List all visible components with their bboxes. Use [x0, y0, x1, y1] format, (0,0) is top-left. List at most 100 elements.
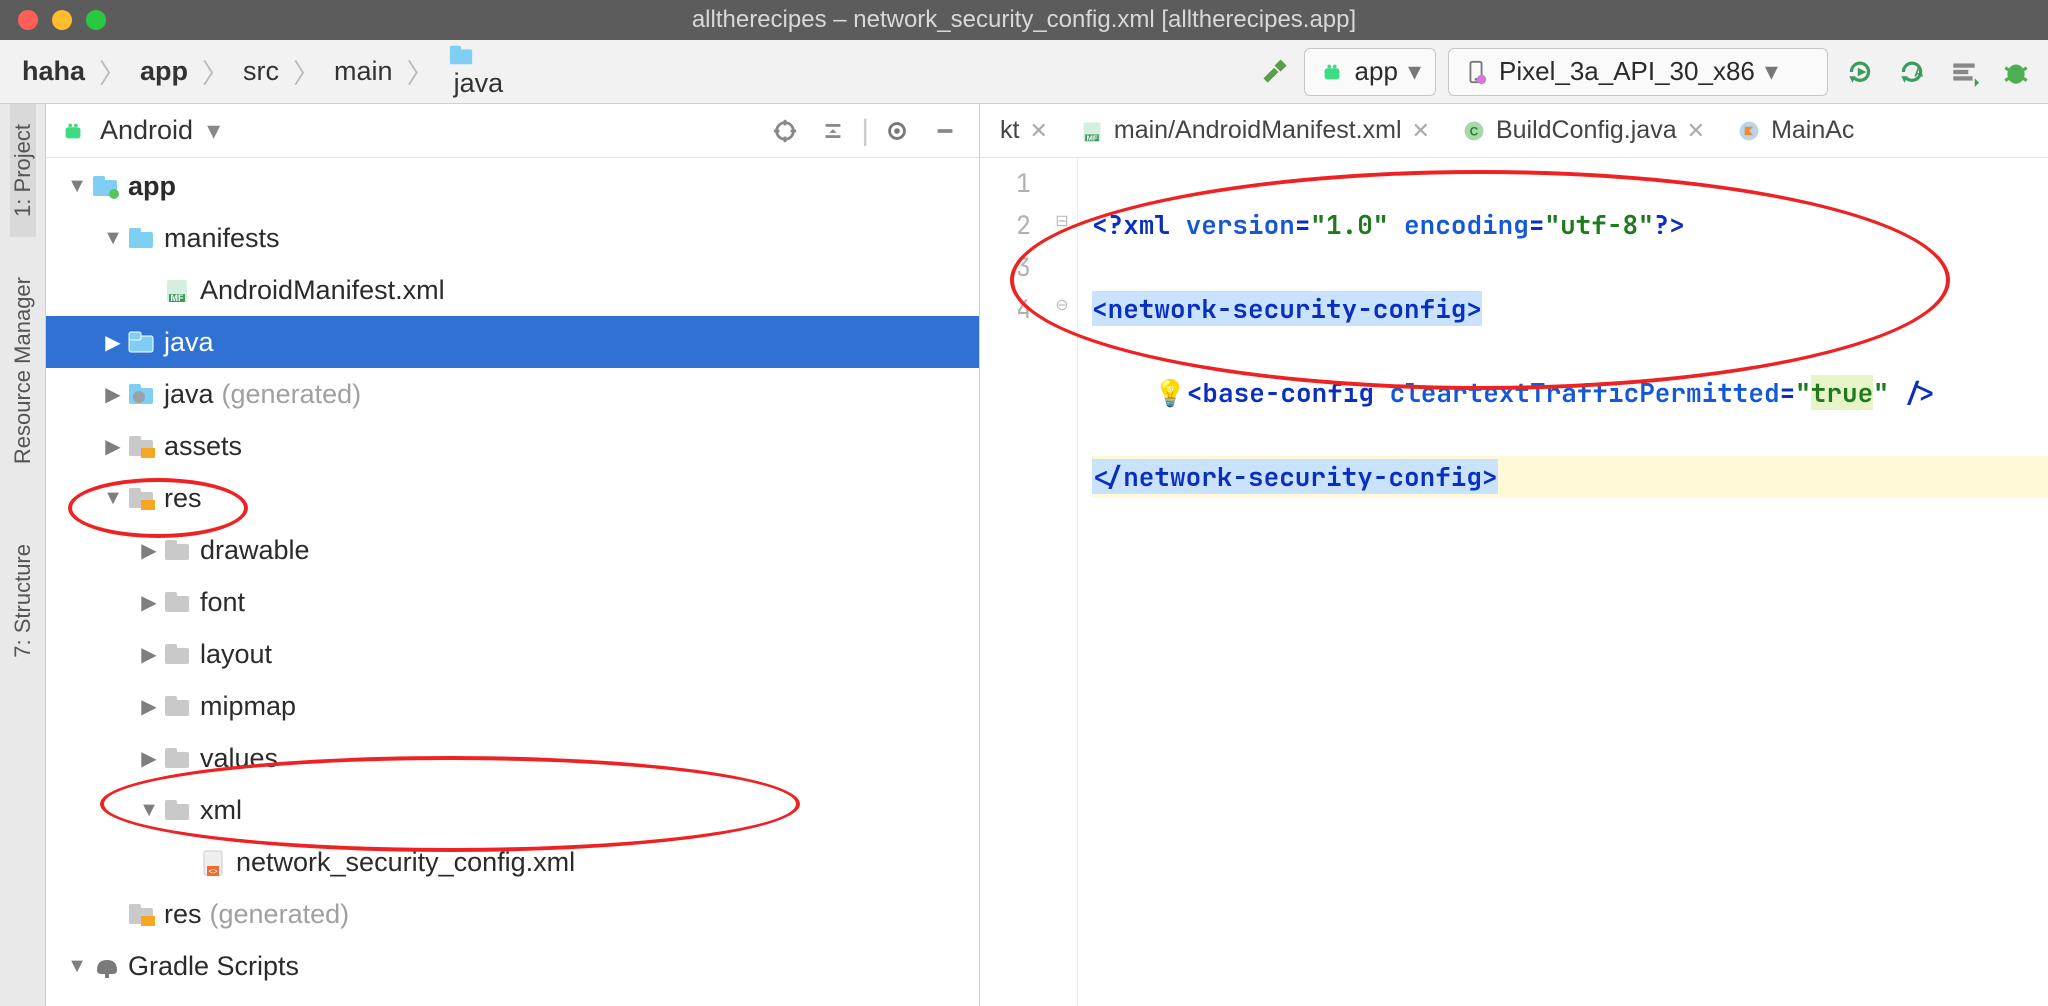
chevron-down-icon: ▾: [207, 115, 220, 146]
panel-settings-button[interactable]: [877, 111, 917, 151]
res-folder-icon: [126, 431, 156, 461]
tree-suffix: (Project: alltherecipes): [348, 1003, 617, 1006]
folder-icon: [126, 327, 156, 357]
tree-label: res: [164, 483, 202, 514]
collapse-all-button[interactable]: [813, 111, 853, 151]
breadcrumb-src[interactable]: src: [243, 56, 279, 87]
fold-handle-icon[interactable]: ⊖: [1052, 284, 1072, 326]
tree-node-res-generated[interactable]: res (generated): [46, 888, 979, 940]
disclosure-arrow-icon[interactable]: ▶: [138, 590, 160, 615]
manifest-file-icon: [162, 275, 192, 305]
tree-node-manifests[interactable]: ▼ manifests: [46, 212, 979, 264]
breadcrumb-main[interactable]: main: [334, 56, 393, 87]
tab-label: kt: [1000, 116, 1019, 145]
rail-tab-project[interactable]: 1: Project: [10, 104, 36, 237]
apply-changes-button[interactable]: [1840, 52, 1880, 92]
code-line: </network-security-config>: [1092, 456, 2048, 498]
minimize-window-button[interactable]: [52, 10, 72, 30]
project-view-selector[interactable]: Android: [94, 115, 193, 146]
editor-area: kt ✕ main/AndroidManifest.xml ✕ BuildCon…: [980, 104, 2048, 1006]
breadcrumb-module[interactable]: app: [140, 56, 188, 87]
disclosure-arrow-icon[interactable]: ▶: [138, 538, 160, 563]
debug-button[interactable]: [1996, 52, 2036, 92]
tree-node-mipmap[interactable]: ▶ mipmap: [46, 680, 979, 732]
hide-panel-button[interactable]: [925, 111, 965, 151]
tree-label: network_security_config.xml: [236, 847, 575, 878]
separator: |: [861, 114, 869, 148]
disclosure-arrow-icon[interactable]: ▶: [138, 642, 160, 667]
tree-node-values[interactable]: ▶ values: [46, 732, 979, 784]
editor-tab-kt[interactable]: kt ✕: [984, 104, 1064, 157]
tree-label: assets: [164, 431, 242, 462]
tree-node-xml[interactable]: ▼ xml: [46, 784, 979, 836]
tree-node-java-generated[interactable]: ▶ java (generated): [46, 368, 979, 420]
editor-tab-manifest[interactable]: main/AndroidManifest.xml ✕: [1064, 104, 1446, 157]
disclosure-arrow-icon[interactable]: ▶: [102, 434, 124, 459]
tree-node-layout[interactable]: ▶ layout: [46, 628, 979, 680]
close-icon[interactable]: ✕: [1029, 118, 1047, 144]
tree-node-font[interactable]: ▶ font: [46, 576, 979, 628]
folder-icon: [162, 535, 192, 565]
disclosure-arrow-icon[interactable]: ▼: [66, 175, 88, 198]
tree-node-build-gradle[interactable]: build.gradle (Project: alltherecipes): [46, 992, 979, 1006]
profiler-button[interactable]: [1944, 52, 1984, 92]
lightbulb-icon[interactable]: 💡: [1154, 375, 1186, 410]
tree-label: app: [128, 171, 176, 202]
fold-handle-icon[interactable]: [1052, 242, 1072, 284]
chevron-right-icon: 〉: [202, 52, 229, 91]
zoom-window-button[interactable]: [86, 10, 106, 30]
build-button[interactable]: [1252, 52, 1292, 92]
apply-code-changes-button[interactable]: [1892, 52, 1932, 92]
tok: true: [1811, 375, 1873, 410]
tree-node-nsc-file[interactable]: network_security_config.xml: [46, 836, 979, 888]
breadcrumb-root[interactable]: haha: [22, 56, 85, 87]
disclosure-arrow-icon[interactable]: ▶: [138, 694, 160, 719]
breadcrumb-java[interactable]: java: [448, 42, 504, 102]
tree-label: Gradle Scripts: [128, 951, 299, 982]
tok: ": [1873, 375, 1889, 410]
folder-icon: [448, 42, 504, 68]
chevron-down-icon: ▾: [1408, 56, 1421, 87]
editor-tabs: kt ✕ main/AndroidManifest.xml ✕ BuildCon…: [980, 104, 2048, 158]
tree-node-java[interactable]: ▶ java: [46, 316, 979, 368]
disclosure-arrow-icon[interactable]: ▶: [138, 746, 160, 771]
fold-handle-icon[interactable]: [1052, 158, 1072, 200]
breadcrumb-java-label: java: [454, 68, 504, 98]
tree-label: AndroidManifest.xml: [200, 275, 445, 306]
tree-node-app[interactable]: ▼ app: [46, 160, 979, 212]
tok: >: [1466, 291, 1482, 326]
tok: =: [1780, 375, 1796, 410]
code-editor[interactable]: <?xml version="1.0" encoding="utf-8"?> <…: [1078, 158, 2048, 1006]
disclosure-arrow-icon[interactable]: ▼: [66, 955, 88, 978]
close-icon[interactable]: ✕: [1687, 118, 1705, 144]
tree-node-drawable[interactable]: ▶ drawable: [46, 524, 979, 576]
editor-tab-mainactivity[interactable]: MainAc: [1721, 104, 1870, 157]
close-window-button[interactable]: [18, 10, 38, 30]
fold-handle-icon[interactable]: ⊟: [1052, 200, 1072, 242]
tok: </: [1092, 459, 1123, 494]
tok: =: [1529, 207, 1545, 242]
select-opened-file-button[interactable]: [765, 111, 805, 151]
disclosure-arrow-icon[interactable]: ▶: [102, 382, 124, 407]
run-config-selector[interactable]: app ▾: [1304, 48, 1436, 96]
disclosure-arrow-icon[interactable]: ▼: [102, 487, 124, 510]
device-selector[interactable]: Pixel_3a_API_30_x86 ▾: [1448, 48, 1828, 96]
generated-folder-icon: [126, 379, 156, 409]
rail-tab-structure[interactable]: 7: Structure: [10, 524, 36, 678]
tree-node-gradle-scripts[interactable]: ▼ Gradle Scripts: [46, 940, 979, 992]
tab-label: MainAc: [1771, 116, 1854, 145]
disclosure-arrow-icon[interactable]: ▶: [102, 330, 124, 355]
disclosure-arrow-icon[interactable]: ▼: [102, 227, 124, 250]
disclosure-arrow-icon[interactable]: ▼: [138, 799, 160, 822]
window-controls: [18, 10, 106, 30]
tree-node-manifest-file[interactable]: AndroidManifest.xml: [46, 264, 979, 316]
close-icon[interactable]: ✕: [1412, 118, 1430, 144]
code-line: 💡<base-config cleartextTrafficPermitted=…: [1092, 372, 2048, 414]
tok: [1388, 207, 1404, 242]
rail-tab-resource-manager[interactable]: Resource Manager: [10, 257, 36, 484]
kotlin-file-icon: [1737, 119, 1761, 143]
tree-node-assets[interactable]: ▶ assets: [46, 420, 979, 472]
project-tree[interactable]: ▼ app ▼ manifests AndroidManifest.xml ▶ …: [46, 158, 979, 1006]
tree-node-res[interactable]: ▼ res: [46, 472, 979, 524]
editor-tab-buildconfig[interactable]: BuildConfig.java ✕: [1446, 104, 1721, 157]
